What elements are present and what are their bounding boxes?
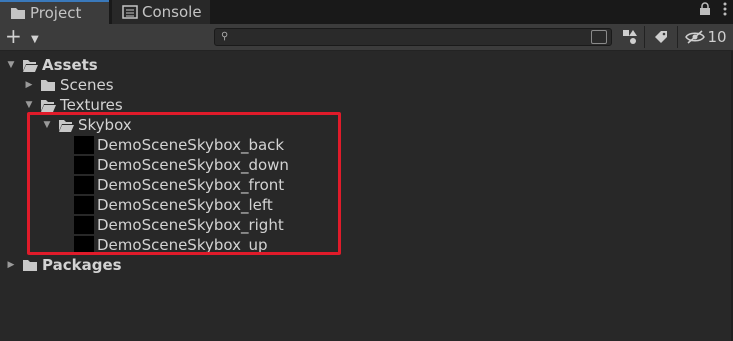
hidden-count: 10 [707, 28, 727, 46]
eye-slash-icon [685, 30, 706, 44]
toolbar-separator [644, 26, 645, 48]
search-icon: ⚲ [221, 31, 229, 42]
tree-item-label: Packages [42, 256, 122, 274]
folder-icon [11, 8, 25, 19]
open-folder-icon [41, 99, 56, 112]
hidden-packages-toggle[interactable]: 10 [683, 28, 729, 46]
chevron-right-icon[interactable]: ▶ [24, 80, 34, 90]
tab-project[interactable]: Project [0, 0, 109, 24]
tree-item-packages[interactable]: ▶ Packages [6, 255, 122, 275]
tag-icon [655, 31, 667, 43]
chevron-down-icon: ▼ [31, 34, 39, 45]
add-button[interactable]: + ▼ [5, 24, 45, 48]
chevron-right-icon[interactable]: ▶ [6, 260, 16, 270]
save-search-icon[interactable] [591, 30, 607, 44]
search-by-type-button[interactable] [619, 28, 641, 46]
highlight-annotation-box [27, 112, 341, 255]
tree-item-assets[interactable]: ▼ Assets [6, 55, 98, 75]
tab-console[interactable]: Console [112, 0, 210, 24]
tab-project-label: Project [30, 4, 82, 22]
menu-kebab-icon[interactable] [723, 2, 727, 20]
toolbar-separator [677, 26, 678, 48]
shapes-icon [623, 30, 637, 44]
tree-item-label: Scenes [60, 76, 114, 94]
add-button-label: + [5, 24, 22, 48]
tree-item-label: Assets [42, 56, 98, 74]
tab-bar: Project Console [0, 0, 733, 24]
project-toolbar: + ▼ ⚲ 10 [0, 24, 733, 51]
folder-icon [41, 79, 55, 91]
tab-console-label: Console [142, 3, 202, 21]
tree-item-scenes[interactable]: ▶ Scenes [24, 75, 114, 95]
lock-icon[interactable] [699, 2, 711, 20]
chevron-down-icon[interactable]: ▼ [6, 60, 16, 70]
open-folder-icon [23, 59, 38, 72]
console-icon [122, 5, 138, 19]
search-field[interactable]: ⚲ [214, 28, 612, 46]
search-by-label-button[interactable] [650, 28, 672, 46]
folder-icon [23, 259, 37, 271]
chevron-down-icon[interactable]: ▼ [24, 100, 34, 110]
